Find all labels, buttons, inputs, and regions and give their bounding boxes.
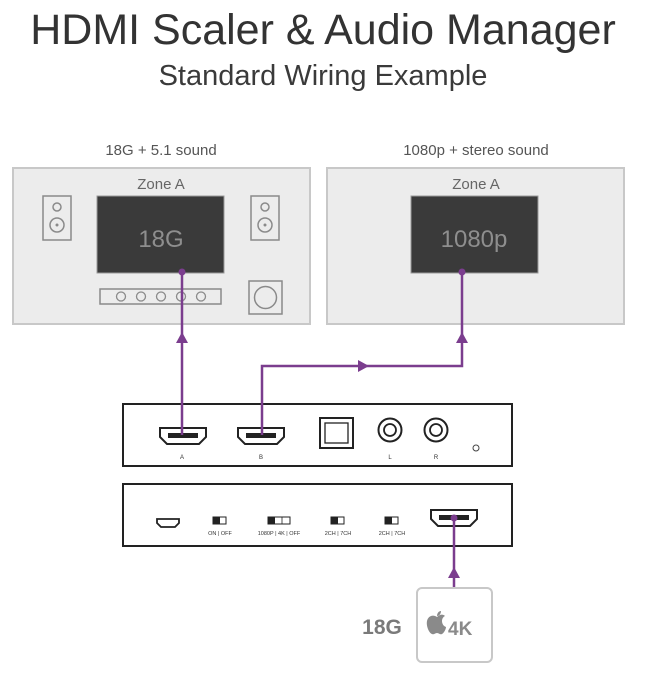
port-label-a: A [180,455,184,461]
source-signal-label: 18G [362,616,402,639]
switch-1-label: ON | OFF [208,531,232,537]
arrow-up-icon [456,332,468,343]
zone-2-screen-text: 1080p [441,226,508,253]
arrow-right-icon [358,360,369,372]
zone-1-label: Zone A [137,176,185,193]
switch-3-label: 2CH | 7CH [325,531,352,537]
zone-2-caption: 1080p + stereo sound [403,142,549,159]
zone-1-caption: 18G + 5.1 sound [105,142,216,159]
cable-1-endpoint [178,268,186,276]
source-device-label: 4K [448,619,473,640]
wiring-diagram: 18G + 5.1 sound Zone A 18G 1080p + stere… [12,142,625,663]
arrow-up-icon [176,332,188,343]
zone-2-label: Zone A [452,176,500,193]
zone-1-screen-text: 18G [138,226,183,253]
cable-3-endpoint [450,514,458,522]
switch-3-icon [330,516,345,525]
port-label-b: B [259,455,263,461]
arrow-up-icon [448,567,460,578]
switch-2-icon [267,516,291,525]
cable-2-endpoint [458,268,466,276]
switch-2-label: 1080P | 4K | OFF [258,531,301,537]
switch-4-icon [384,516,399,525]
port-label-r: R [434,455,439,461]
switch-4-label: 2CH | 7CH [379,531,406,537]
switch-1-icon [212,516,227,525]
